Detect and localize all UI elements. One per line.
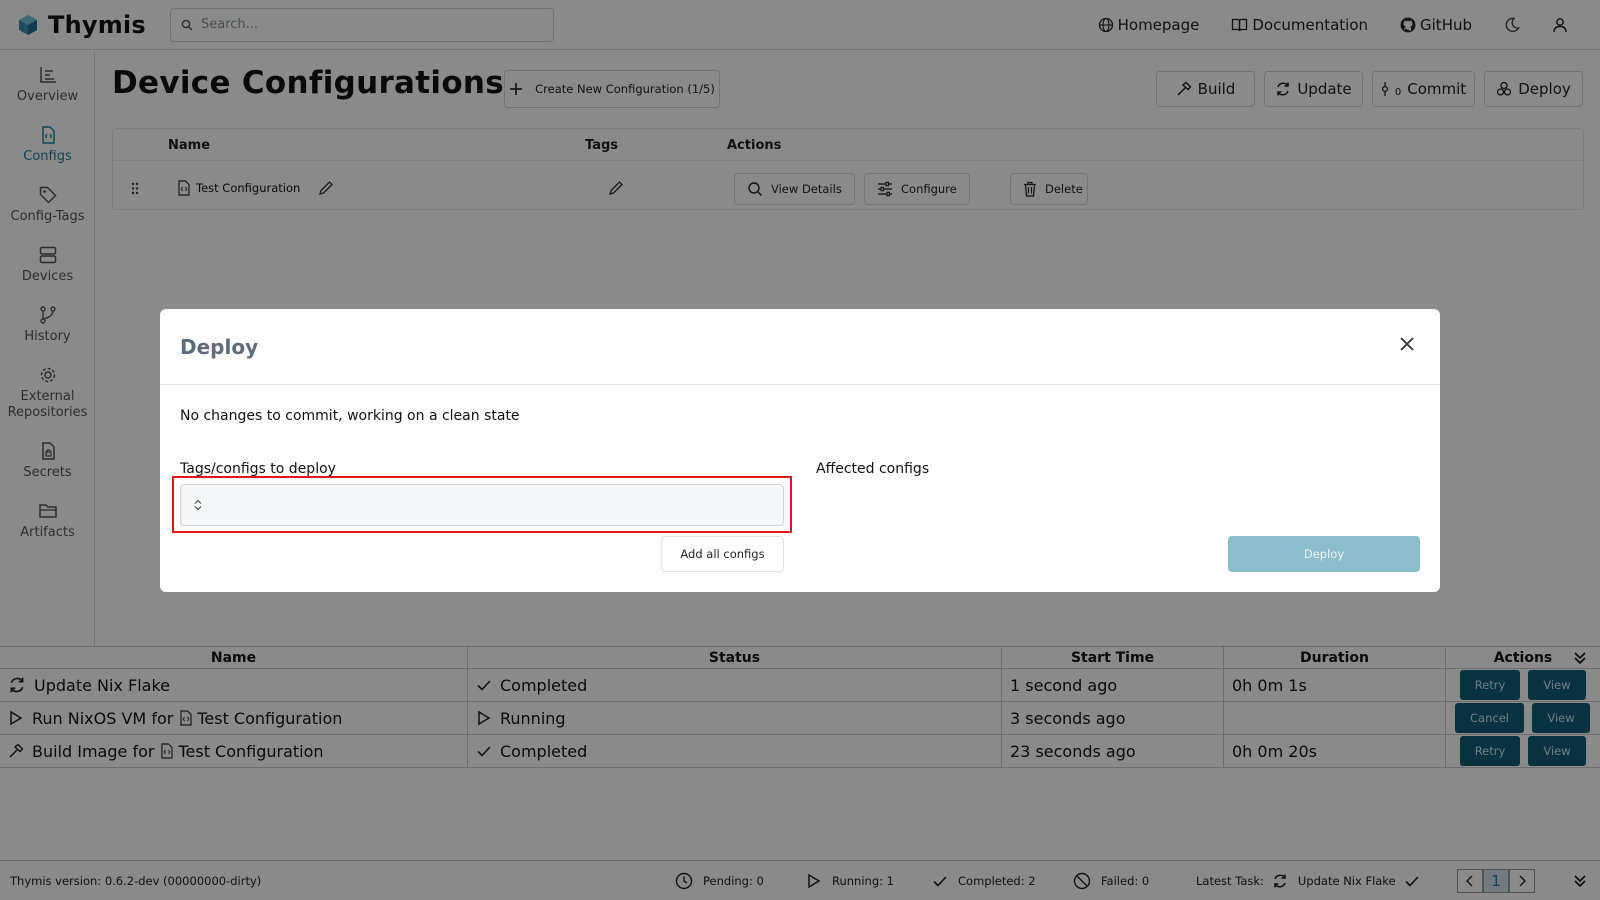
close-dialog-button[interactable] [1400, 337, 1414, 351]
commit-status-message: No changes to commit, working on a clean… [180, 408, 520, 424]
affected-configs-label: Affected configs [816, 461, 930, 477]
add-all-configs-button[interactable]: Add all configs [661, 536, 784, 572]
select-chevron-icon [194, 499, 202, 511]
dialog-title: Deploy [180, 335, 259, 359]
close-icon [1400, 337, 1414, 351]
deploy-dialog: Deploy No changes to commit, working on … [160, 309, 1440, 592]
confirm-deploy-button[interactable]: Deploy [1228, 536, 1420, 572]
tags-configs-select[interactable] [180, 484, 784, 526]
divider [160, 384, 1440, 385]
tags-configs-label: Tags/configs to deploy [180, 461, 336, 477]
